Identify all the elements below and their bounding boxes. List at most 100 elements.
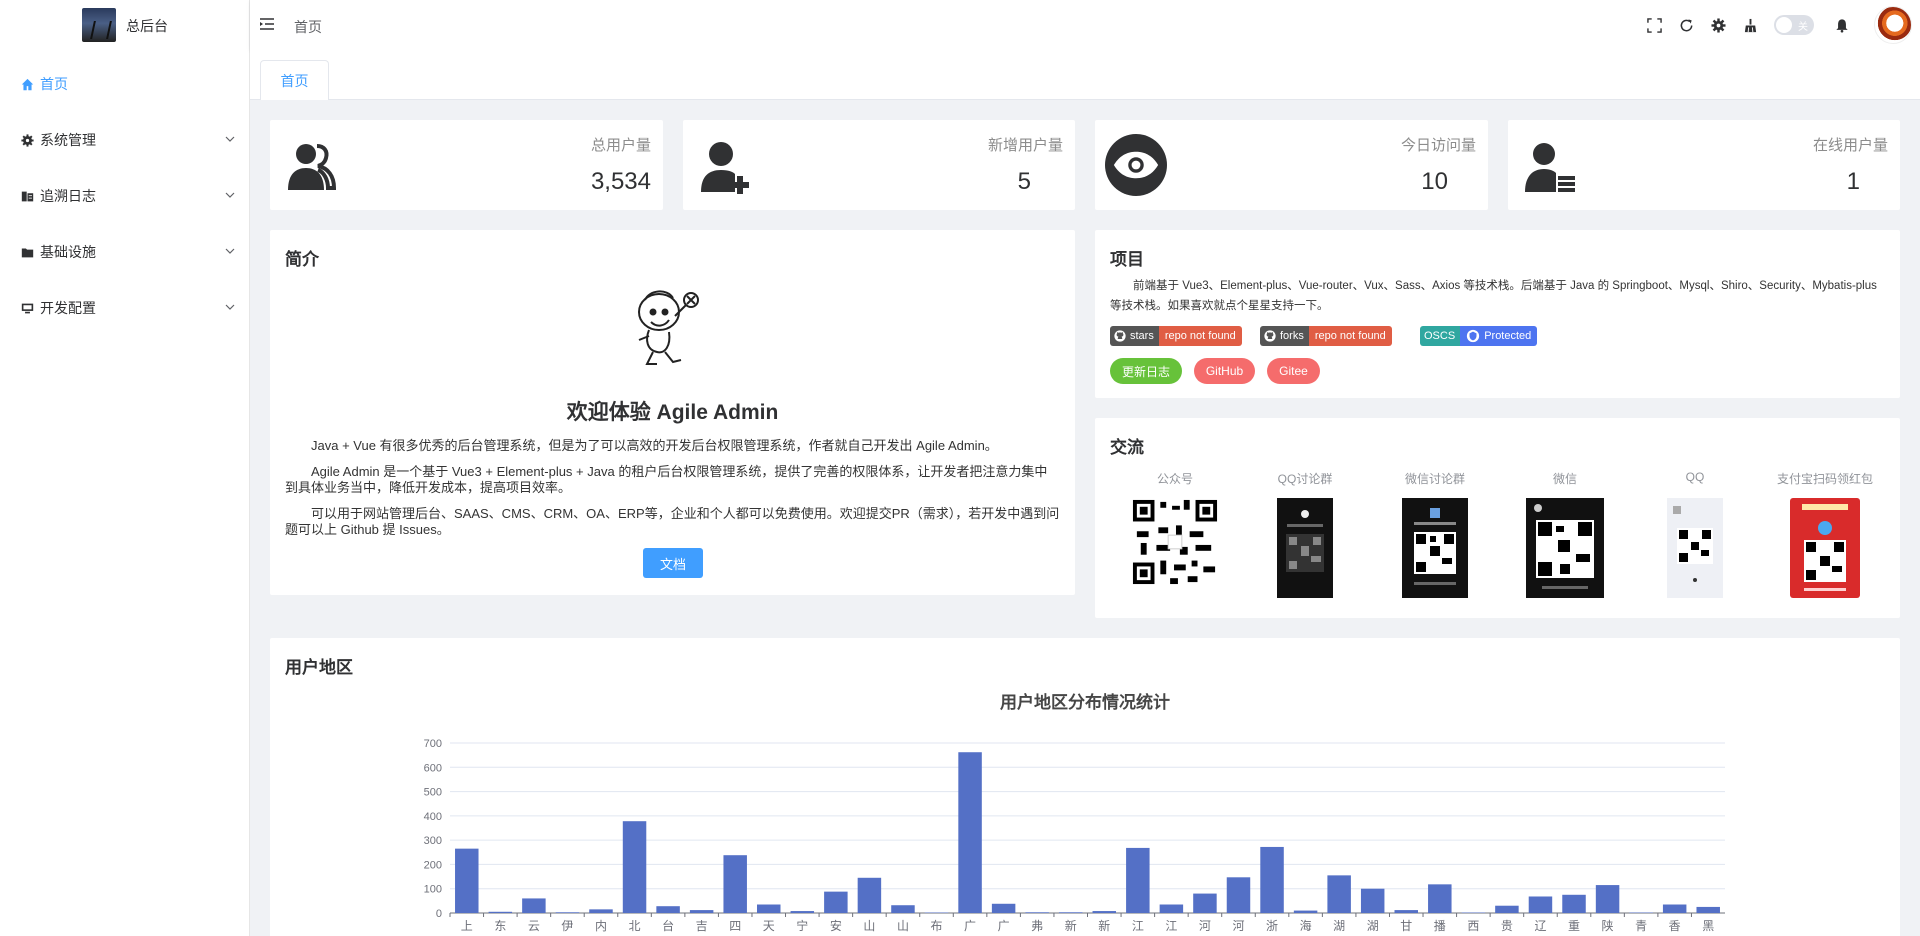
chart-bar bbox=[824, 891, 848, 913]
x-tick-label: 黑 bbox=[1702, 919, 1714, 933]
chart-bar bbox=[689, 910, 714, 913]
sidebar-item-dev-config[interactable]: 开发配置 bbox=[0, 280, 249, 336]
y-tick-label: 300 bbox=[424, 835, 442, 847]
chart-bar bbox=[1159, 904, 1184, 913]
chart-bar bbox=[991, 903, 1016, 913]
tab-home[interactable]: 首页 bbox=[260, 60, 329, 100]
chart-bar bbox=[1662, 904, 1687, 913]
chart-bar bbox=[1595, 885, 1620, 913]
qr-label: 微信讨论群 bbox=[1404, 472, 1465, 486]
chart-bar bbox=[723, 855, 747, 913]
x-tick-label: 香 bbox=[1669, 919, 1681, 933]
sidebar: 总后台 首页 系统管理 追溯日志 基础设施 开发配置 bbox=[0, 0, 250, 936]
settings-icon[interactable] bbox=[1710, 17, 1726, 33]
chart-bar bbox=[1696, 906, 1720, 913]
user-add-icon bbox=[701, 142, 749, 194]
gitee-link[interactable]: Gitee bbox=[1267, 358, 1320, 384]
stat-value: 10 bbox=[1421, 168, 1448, 195]
intro-paragraph: 可以用于网站管理后台、SAAS、CMS、CRM、OA、ERP等，企业和个人都可以… bbox=[285, 506, 1060, 537]
chart-bar bbox=[757, 904, 781, 913]
x-tick-label: 河 bbox=[1199, 919, 1211, 933]
x-tick-label: 湖 bbox=[1367, 918, 1379, 933]
breadcrumb[interactable]: 首页 bbox=[294, 17, 322, 37]
x-tick-label: 台 bbox=[662, 918, 674, 933]
github-icon bbox=[1114, 330, 1126, 342]
chart-bar bbox=[1360, 888, 1385, 913]
refresh-icon[interactable] bbox=[1678, 17, 1694, 33]
brand[interactable]: 总后台 bbox=[0, 0, 249, 50]
docs-button[interactable]: 文档 bbox=[643, 548, 703, 578]
region-card: 用户地区 用户地区分布情况统计 0 100 200 300 400 500 600 700 上东… bbox=[270, 638, 1900, 936]
shield-icon bbox=[1467, 329, 1480, 343]
avatar[interactable] bbox=[1874, 6, 1912, 44]
chart-bar bbox=[488, 911, 513, 913]
user-list-icon bbox=[1525, 143, 1575, 192]
x-tick-label: 四 bbox=[729, 919, 741, 933]
oscs-badge[interactable]: OSCS Protected bbox=[1420, 326, 1538, 346]
sidebar-item-trace-log[interactable]: 追溯日志 bbox=[0, 168, 249, 224]
toggle-knob bbox=[1776, 17, 1792, 33]
welcome-heading: 欢迎体验 Agile Admin bbox=[566, 401, 779, 424]
stat-label: 今日访问量 bbox=[1400, 137, 1476, 154]
eye-icon bbox=[1105, 134, 1167, 196]
x-tick-label: 贵 bbox=[1501, 919, 1513, 933]
x-tick-label: 山 bbox=[863, 919, 875, 933]
chart-bar bbox=[891, 905, 915, 913]
fullscreen-icon[interactable] bbox=[1646, 17, 1662, 33]
qr-code-image bbox=[1131, 498, 1219, 586]
monitor-icon bbox=[20, 301, 34, 315]
chart-bar bbox=[857, 877, 882, 913]
chart-bar bbox=[1293, 910, 1318, 913]
qr-code-image bbox=[1402, 498, 1468, 598]
x-tick-label: 上 bbox=[461, 919, 473, 933]
theme-toggle[interactable]: 关 bbox=[1774, 15, 1814, 35]
chart-bar bbox=[1193, 893, 1217, 913]
sidebar-item-infrastructure[interactable]: 基础设施 bbox=[0, 224, 249, 280]
bell-icon[interactable] bbox=[1834, 17, 1850, 33]
x-tick-label: 新 bbox=[1098, 918, 1110, 933]
badge-label: stars bbox=[1110, 326, 1159, 346]
chart-bar bbox=[790, 911, 815, 913]
x-tick-label: 重 bbox=[1568, 919, 1580, 933]
y-tick-label: 200 bbox=[424, 859, 442, 871]
home-icon bbox=[20, 77, 34, 91]
stars-badge[interactable]: stars repo not found bbox=[1110, 326, 1242, 346]
qr-label: 微信 bbox=[1552, 472, 1577, 486]
qr-label: QQ bbox=[1685, 470, 1705, 484]
x-tick-label: 云 bbox=[528, 919, 540, 933]
chevron-down-icon bbox=[225, 192, 235, 198]
chart-bar bbox=[1327, 875, 1351, 913]
y-tick-label: 100 bbox=[424, 884, 442, 896]
exchange-title: 交流 bbox=[1110, 438, 1144, 457]
header-tools: 关 bbox=[1638, 0, 1920, 50]
github-link[interactable]: GitHub bbox=[1194, 358, 1255, 384]
chart-bar bbox=[958, 752, 982, 913]
qr-item-qq-group: QQ讨论群 bbox=[1240, 470, 1370, 598]
chevron-down-icon bbox=[225, 136, 235, 142]
qr-item-alipay: 支付宝扫码领红包 bbox=[1760, 470, 1890, 598]
region-bar-chart: 0 100 200 300 400 500 600 700 上 东 云 伊 内 北 台 吉 四 天 宁 安 山 山 布 广 广 弗… bbox=[424, 738, 1725, 933]
collapse-menu-icon[interactable] bbox=[260, 17, 274, 31]
stat-card-online-users: 在线用户量 1 bbox=[1508, 120, 1900, 210]
forks-badge[interactable]: forks repo not found bbox=[1260, 326, 1392, 346]
qr-code-image bbox=[1277, 498, 1333, 598]
badge-left-text: stars bbox=[1130, 330, 1154, 342]
x-tick-label: 浙 bbox=[1266, 919, 1278, 933]
qr-item-wechat-group: 微信讨论群 bbox=[1370, 470, 1500, 598]
users-icon bbox=[288, 144, 337, 190]
badge-right-wrap: Protected bbox=[1460, 326, 1538, 346]
brand-title: 总后台 bbox=[126, 18, 168, 34]
brand-logo bbox=[82, 8, 116, 42]
clear-cache-icon[interactable] bbox=[1742, 17, 1758, 33]
stat-card-total-users: 总用户量 3,534 bbox=[270, 120, 663, 210]
sidebar-item-label: 系统管理 bbox=[40, 132, 96, 148]
y-tick-label: 500 bbox=[424, 787, 442, 799]
x-tick-label: 辽 bbox=[1534, 919, 1546, 933]
sidebar-item-home[interactable]: 首页 bbox=[0, 56, 249, 112]
chart-bar bbox=[1025, 912, 1049, 913]
changelog-link[interactable]: 更新日志 bbox=[1110, 358, 1182, 384]
sidebar-item-system[interactable]: 系统管理 bbox=[0, 112, 249, 168]
intro-title: 简介 bbox=[285, 250, 319, 269]
chart-bar bbox=[522, 898, 546, 913]
badge-label: forks bbox=[1260, 326, 1309, 346]
